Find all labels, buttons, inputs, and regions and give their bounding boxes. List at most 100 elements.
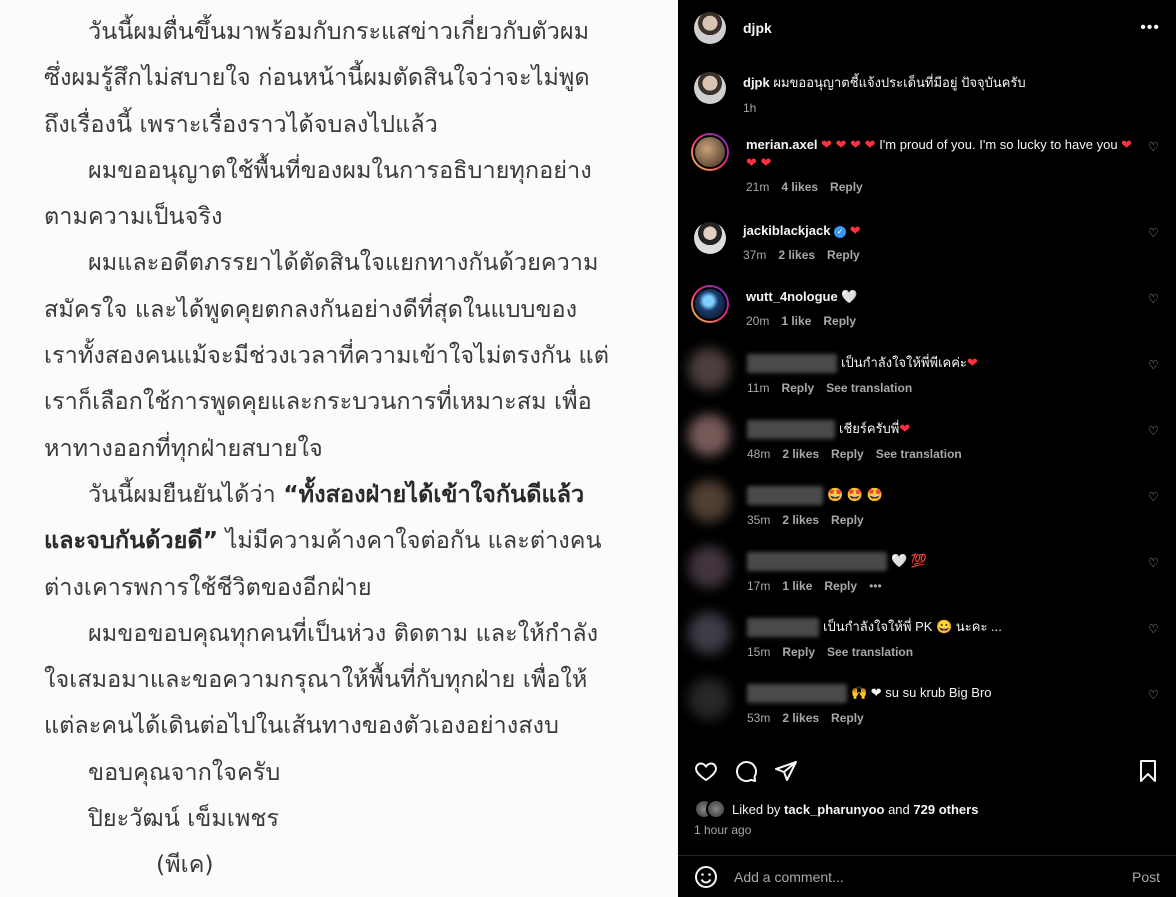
instagram-post-panel: djpk ••• djpk ผมขออนุญาตชี้แจ้งประเด็นที… — [678, 0, 1176, 897]
reply-button[interactable]: Reply — [781, 379, 814, 397]
comment-time[interactable]: 35m — [747, 511, 770, 529]
reply-button[interactable]: Reply — [830, 178, 863, 196]
like-comment-heart-icon[interactable]: ♡ — [1148, 556, 1160, 570]
more-horizontal-icon[interactable]: ••• — [1140, 19, 1160, 37]
comment-time[interactable]: 17m — [747, 577, 770, 595]
comment-likes[interactable]: 1 like — [781, 312, 811, 330]
comment-time[interactable]: 15m — [747, 643, 770, 661]
redacted-username — [747, 486, 823, 506]
comment-likes[interactable]: 2 likes — [782, 709, 819, 727]
reply-button[interactable]: Reply — [831, 709, 864, 727]
comment: เป็นกำลังใจให้พี่ PK 😀 นะคะ ... 15m Reply… — [688, 612, 1160, 661]
avatar[interactable] — [688, 612, 730, 654]
redacted-username — [747, 552, 887, 572]
letter-line: ซึ่งผมรู้สึกไม่สบายใจ ก่อนหน้านี้ผมตัดสิ… — [44, 63, 590, 92]
letter-line: ผมขอขอบคุณทุกคนที่เป็นห่วง ติดตาม และให้… — [88, 618, 599, 647]
post-caption: djpk ผมขออนุญาตชี้แจ้งประเด็นที่มีอยู่ ป… — [694, 72, 1160, 115]
letter-line: แต่ละคนได้เดินต่อไปในเส้นทางของตัวเองอย่… — [44, 711, 559, 740]
letter-line: ผมและอดีตภรรยาได้ตัดสินใจแยกทางกันด้วยคว… — [88, 248, 599, 277]
reply-button[interactable]: Reply — [824, 577, 857, 595]
avatar[interactable] — [688, 546, 730, 588]
comment-text: 🤍 💯 — [891, 553, 927, 568]
comment-username[interactable]: jackiblackjack — [743, 223, 830, 238]
save-bookmark-icon[interactable] — [1136, 759, 1160, 783]
comment-text: 🤍 — [837, 289, 858, 304]
letter-line: ใจเสมอมาและขอความกรุณาให้พื้นที่กับทุกฝ่… — [44, 665, 588, 694]
caption-username[interactable]: djpk — [743, 75, 770, 90]
like-comment-heart-icon[interactable]: ♡ — [1148, 358, 1160, 372]
letter-signature: ปิยะวัฒน์ เข็มเพชร — [88, 804, 279, 833]
post-action-bar — [694, 758, 1160, 784]
add-comment-bar: Add a comment... Post — [678, 855, 1176, 897]
see-translation-link[interactable]: See translation — [827, 643, 913, 661]
emoji-icon[interactable] — [694, 865, 718, 889]
post-header: djpk ••• — [694, 10, 1160, 46]
comment: wutt_4nologue 🤍 20m 1 like Reply ♡ — [691, 285, 1160, 330]
comment-bubble-icon[interactable] — [734, 759, 758, 783]
see-translation-link[interactable]: See translation — [876, 445, 962, 463]
likes-middle: and — [884, 801, 914, 817]
avatar[interactable] — [691, 285, 729, 323]
letter-line: และจบกันด้วยดี” ไม่มีความค้างคาใจต่อกัน … — [44, 517, 648, 563]
letter-text: วันนี้ผมยืนยันได้ว่า — [88, 479, 276, 508]
heart-emoji: ❤ ❤ ❤ ❤ — [821, 137, 876, 152]
likes-prefix: Liked by — [732, 801, 785, 817]
like-comment-heart-icon[interactable]: ♡ — [1148, 490, 1160, 504]
comment-time[interactable]: 37m — [743, 246, 766, 264]
reply-button[interactable]: Reply — [831, 445, 864, 463]
caption-text: ผมขออนุญาตชี้แจ้งประเด็นที่มีอยู่ ปัจจุบ… — [773, 75, 1026, 90]
comment-more-icon[interactable]: ••• — [869, 577, 882, 595]
like-comment-heart-icon[interactable]: ♡ — [1148, 688, 1160, 702]
like-comment-heart-icon[interactable]: ♡ — [1148, 424, 1160, 438]
likes-user-link[interactable]: tack_pharunyoo — [784, 802, 884, 817]
reply-button[interactable]: Reply — [823, 312, 856, 330]
like-comment-heart-icon[interactable]: ♡ — [1148, 226, 1160, 240]
letter-line: ตามความเป็นจริง — [44, 202, 223, 231]
see-translation-link[interactable]: See translation — [826, 379, 912, 397]
like-comment-heart-icon[interactable]: ♡ — [1148, 622, 1160, 636]
avatar[interactable] — [691, 133, 729, 171]
avatar[interactable] — [694, 222, 726, 254]
avatar — [706, 799, 726, 819]
redacted-username — [747, 684, 847, 704]
letter-line: วันนี้ผมตื่นขึ้นมาพร้อมกับกระแสข่าวเกี่ย… — [88, 17, 590, 45]
add-comment-input[interactable]: Add a comment... — [734, 869, 844, 885]
caption-time[interactable]: 1h — [743, 101, 1026, 115]
like-comment-heart-icon[interactable]: ♡ — [1148, 140, 1160, 154]
comment-time[interactable]: 11m — [747, 379, 769, 397]
post-comment-button[interactable]: Post — [1132, 869, 1160, 885]
comment-likes[interactable]: 1 like — [782, 577, 812, 595]
likes-others-link[interactable]: 729 others — [913, 802, 978, 817]
comment-time[interactable]: 21m — [746, 178, 769, 196]
comment-likes[interactable]: 4 likes — [781, 178, 818, 196]
share-send-icon[interactable] — [774, 759, 798, 783]
comment-time[interactable]: 53m — [747, 709, 770, 727]
heart-emoji: ❤ — [966, 355, 978, 370]
comment-likes[interactable]: 2 likes — [782, 511, 819, 529]
avatar[interactable] — [694, 72, 726, 104]
reply-button[interactable]: Reply — [827, 246, 860, 264]
letter-quote: “ทั้งสองฝ่ายได้เข้าใจกันดีแล้ว — [283, 479, 585, 508]
like-comment-heart-icon[interactable]: ♡ — [1148, 292, 1160, 306]
comment-likes[interactable]: 2 likes — [782, 445, 819, 463]
comment-time[interactable]: 20m — [746, 312, 769, 330]
post-username[interactable]: djpk — [743, 20, 772, 36]
comment: 🙌 ❤ su su krub Big Bro 53m 2 likes Reply ♡ — [688, 678, 1160, 727]
avatar[interactable] — [688, 348, 730, 390]
comment-text: 🙌 ❤ su su krub Big Bro — [851, 685, 992, 700]
comment-username[interactable]: merian.axel — [746, 137, 818, 152]
comment: 🤍 💯 17m 1 like Reply ••• ♡ — [688, 546, 1160, 595]
reply-button[interactable]: Reply — [782, 643, 815, 661]
avatar[interactable] — [694, 12, 726, 44]
avatar[interactable] — [688, 414, 730, 456]
reply-button[interactable]: Reply — [831, 511, 864, 529]
like-heart-icon[interactable] — [694, 759, 718, 783]
avatar[interactable] — [688, 678, 730, 720]
avatar[interactable] — [688, 480, 730, 522]
comment-time[interactable]: 48m — [747, 445, 770, 463]
comment-text: 🤩 🤩 🤩 — [827, 487, 883, 502]
comment-likes[interactable]: 2 likes — [778, 246, 815, 264]
comment-username[interactable]: wutt_4nologue — [746, 289, 838, 304]
comment: 🤩 🤩 🤩 35m 2 likes Reply ♡ — [688, 480, 1160, 529]
post-timestamp[interactable]: 1 hour ago — [694, 823, 751, 837]
